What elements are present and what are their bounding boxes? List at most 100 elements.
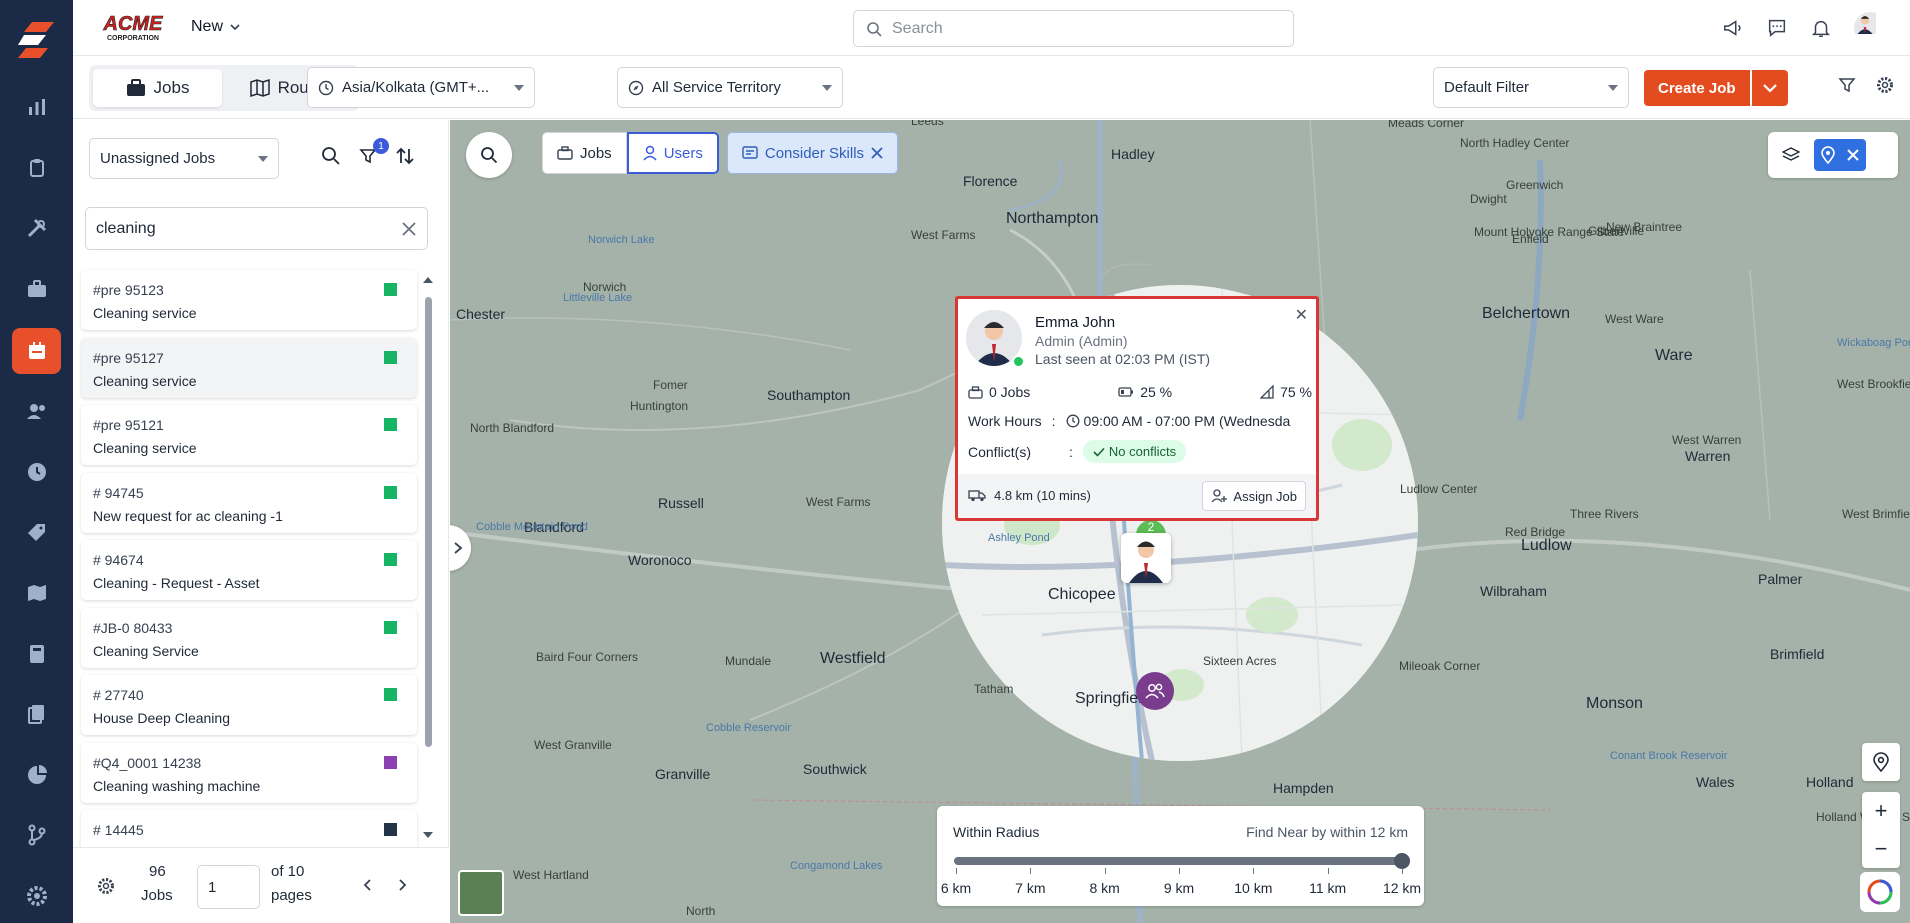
prev-page-icon[interactable] bbox=[361, 878, 375, 892]
job-card[interactable]: #Q4_0001 14238 Cleaning washing machine bbox=[81, 742, 417, 803]
territory-select[interactable]: All Service Territory bbox=[617, 67, 843, 108]
job-status-color bbox=[384, 823, 397, 836]
job-id: #pre 95127 bbox=[93, 349, 164, 366]
rail-briefcase-icon[interactable] bbox=[12, 266, 61, 312]
user-avatar[interactable] bbox=[1854, 12, 1886, 44]
new-menu[interactable]: New bbox=[191, 18, 241, 36]
consider-skills-chip[interactable]: Consider Skills bbox=[726, 132, 899, 174]
top-header: ACME CORPORATION New bbox=[73, 0, 1910, 56]
map-place-label: Warren bbox=[1685, 448, 1731, 464]
job-card[interactable]: #JB-0 80433 Cleaning Service bbox=[81, 607, 417, 668]
job-search-box[interactable] bbox=[85, 207, 428, 250]
job-list-scrollbar[interactable] bbox=[422, 275, 434, 845]
compass-icon bbox=[628, 80, 644, 95]
map-place-label: Brimfield bbox=[1770, 646, 1825, 662]
timezone-select[interactable]: Asia/Kolkata (GMT+... bbox=[307, 67, 535, 108]
app-logo-icon[interactable] bbox=[14, 18, 58, 62]
page-number-input[interactable]: 1 bbox=[197, 865, 260, 909]
radius-slider-track[interactable] bbox=[954, 857, 1402, 865]
rail-clock-icon[interactable] bbox=[12, 449, 61, 495]
map-layer-toggles: Jobs Users Consider Skills bbox=[542, 132, 899, 174]
create-job-button[interactable]: Create Job bbox=[1644, 70, 1750, 106]
locate-me-button[interactable] bbox=[1862, 743, 1900, 781]
next-page-icon[interactable] bbox=[395, 878, 409, 892]
job-status-color bbox=[384, 755, 397, 769]
close-icon[interactable] bbox=[871, 147, 883, 159]
rail-documents-icon[interactable] bbox=[12, 691, 61, 737]
map-place-label: Mundale bbox=[725, 654, 772, 668]
job-card[interactable]: #pre 95127 Cleaning service bbox=[81, 337, 417, 398]
gear-icon[interactable] bbox=[97, 877, 115, 895]
left-nav-rail bbox=[0, 0, 73, 923]
conflicts-row: Conflict(s): No conflicts bbox=[968, 440, 1187, 463]
megaphone-icon[interactable] bbox=[1722, 17, 1744, 39]
saved-filter-select[interactable]: Default Filter bbox=[1433, 67, 1629, 108]
travel-distance: 4.8 km (10 mins) bbox=[968, 488, 1091, 503]
team-marker[interactable] bbox=[1136, 672, 1174, 710]
create-job-dropdown-button[interactable] bbox=[1751, 70, 1788, 106]
clear-icon[interactable] bbox=[401, 221, 417, 237]
map-place-label: Cobble Mountain Pond bbox=[476, 521, 588, 533]
radius-slider-handle[interactable] bbox=[1394, 853, 1410, 869]
rail-pie-chart-icon[interactable] bbox=[12, 752, 61, 798]
rail-map-icon[interactable] bbox=[12, 570, 61, 616]
radius-tick-label: 6 km bbox=[940, 880, 972, 896]
rail-calculator-icon[interactable] bbox=[12, 631, 61, 677]
rail-reports-icon[interactable] bbox=[12, 145, 61, 191]
rail-tag-icon[interactable] bbox=[12, 510, 61, 556]
map-view[interactable]: Leeds Hadley Meads Corner North Hadley Cent… bbox=[450, 120, 1910, 923]
map-toggle-users[interactable]: Users bbox=[626, 132, 719, 174]
technician-map-marker[interactable] bbox=[1121, 533, 1171, 583]
acme-logo[interactable]: ACME CORPORATION bbox=[97, 11, 169, 43]
job-search-input[interactable] bbox=[96, 219, 386, 238]
map-search-button[interactable] bbox=[466, 132, 512, 178]
rail-settings-icon[interactable] bbox=[12, 873, 61, 919]
radius-mode-toggle[interactable] bbox=[1814, 139, 1866, 171]
search-input[interactable] bbox=[892, 19, 1272, 38]
bell-icon[interactable] bbox=[1810, 17, 1832, 39]
map-place-label: Hampden bbox=[1273, 780, 1334, 796]
gear-icon[interactable] bbox=[1876, 76, 1894, 94]
map-place-label: Florence bbox=[963, 173, 1018, 189]
queue-select[interactable]: Unassigned Jobs bbox=[89, 138, 279, 179]
tab-jobs[interactable]: Jobs bbox=[93, 69, 222, 107]
map-place-label: Belchertown bbox=[1482, 305, 1571, 322]
rail-tools-icon[interactable] bbox=[12, 205, 61, 251]
job-card[interactable]: # 94745 New request for ac cleaning -1 bbox=[81, 472, 417, 533]
job-card[interactable]: #pre 95123 Cleaning service bbox=[81, 270, 417, 330]
chat-icon[interactable] bbox=[1766, 17, 1788, 39]
job-card[interactable]: #pre 95121 Cleaning service bbox=[81, 405, 417, 465]
map-place-label: Wickaboag Pond bbox=[1837, 337, 1910, 349]
rail-workflow-icon[interactable] bbox=[12, 812, 61, 858]
satellite-toggle[interactable] bbox=[458, 870, 504, 916]
assistant-button[interactable] bbox=[1860, 872, 1900, 912]
sort-icon[interactable] bbox=[395, 146, 415, 166]
work-hours-row: Work Hours: 09:00 AM - 07:00 PM (Wednesd… bbox=[968, 413, 1291, 429]
close-icon[interactable]: ✕ bbox=[1295, 305, 1308, 325]
search-icon bbox=[867, 21, 882, 37]
map-place-label: West Warren bbox=[1672, 433, 1742, 447]
rail-calendar-icon[interactable] bbox=[12, 328, 61, 374]
search-icon[interactable] bbox=[321, 146, 341, 166]
job-card[interactable]: # 27740 House Deep Cleaning bbox=[81, 675, 417, 735]
technician-name: Emma John bbox=[1035, 314, 1116, 331]
location-pin-icon bbox=[1873, 752, 1889, 772]
assign-job-button[interactable]: Assign Job bbox=[1202, 481, 1306, 511]
global-search[interactable] bbox=[853, 10, 1294, 47]
map-toggle-jobs[interactable]: Jobs bbox=[542, 132, 627, 174]
chevron-down-icon bbox=[1762, 84, 1777, 93]
jobs-stat: 0 Jobs bbox=[968, 384, 1030, 400]
zoom-in-button[interactable]: + bbox=[1875, 798, 1888, 824]
job-card[interactable]: # 94674 Cleaning - Request - Asset bbox=[81, 540, 417, 600]
filter-icon[interactable] bbox=[1838, 76, 1856, 94]
layers-icon[interactable] bbox=[1782, 146, 1800, 164]
map-place-label: North Blandford bbox=[470, 421, 555, 435]
zoom-out-button[interactable]: − bbox=[1875, 836, 1888, 862]
job-id: # 14445 bbox=[93, 822, 144, 838]
close-icon[interactable] bbox=[1846, 148, 1860, 162]
radius-tick-label: 10 km bbox=[1234, 880, 1273, 896]
rail-users-icon[interactable] bbox=[12, 388, 61, 434]
radius-tick-mark bbox=[1179, 868, 1180, 874]
check-icon bbox=[1093, 447, 1105, 457]
rail-dashboard-icon[interactable] bbox=[12, 84, 61, 130]
